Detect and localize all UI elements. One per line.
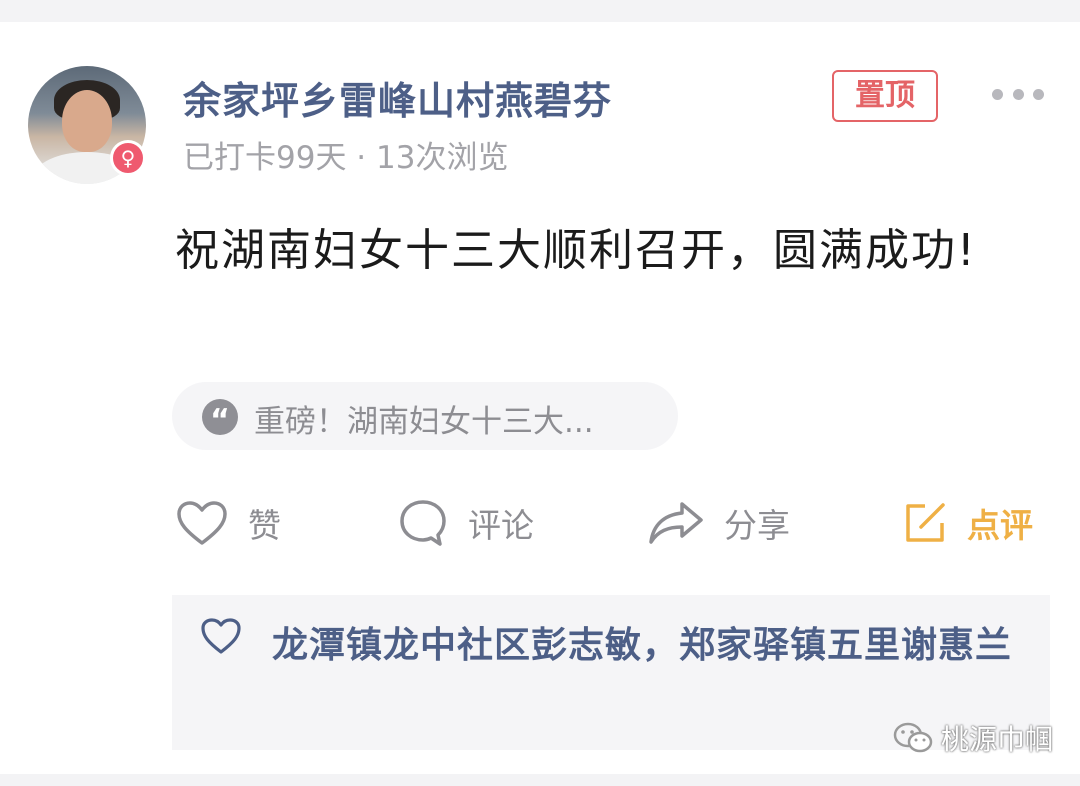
share-icon [649, 502, 703, 544]
more-options-button[interactable] [992, 74, 1044, 114]
pinned-badge: 置顶 [832, 70, 938, 122]
quote-icon: “ [202, 399, 238, 438]
like-label: 赞 [248, 506, 281, 545]
female-icon: ♀ [110, 140, 146, 176]
share-label: 分享 [724, 506, 790, 545]
comment-label: 评论 [468, 506, 534, 545]
review-label: 点评 [967, 506, 1033, 545]
comment-icon [400, 500, 446, 546]
dot-icon [1033, 88, 1044, 100]
account-watermark: 桃源巾帼 [893, 718, 1053, 758]
share-button[interactable]: 分享 [648, 498, 790, 548]
avatar-face [62, 90, 112, 152]
liker-names[interactable]: 龙潭镇龙中社区彭志敏，郑家驿镇五里谢惠兰 [202, 615, 1022, 677]
dot-icon [1012, 88, 1024, 100]
comment-button[interactable]: 评论 [398, 498, 534, 548]
wechat-icon [893, 722, 933, 753]
post-meta: 已打卡99天 · 13次浏览 [183, 140, 509, 176]
watermark-text: 桃源巾帼 [941, 723, 1054, 756]
bottom-divider [0, 774, 1080, 786]
post-content: 祝湖南妇女十三大顺利召开，圆满成功! [175, 225, 977, 276]
quoted-article-link[interactable]: “ 重磅！湖南妇女十三大... [172, 382, 678, 450]
edit-icon [906, 503, 945, 542]
quoted-article-title: 重磅！湖南妇女十三大... [254, 404, 594, 440]
post-card: ♀ 余家坪乡雷峰山村燕碧芬 已打卡99天 · 13次浏览 置顶 祝湖南妇女十三大… [0, 22, 1080, 774]
dot-icon [992, 88, 1003, 100]
review-button[interactable]: 点评 [903, 498, 1033, 548]
like-button[interactable]: 赞 [176, 498, 281, 548]
heart-icon [177, 501, 227, 545]
author-name[interactable]: 余家坪乡雷峰山村燕碧芬 [183, 70, 612, 125]
